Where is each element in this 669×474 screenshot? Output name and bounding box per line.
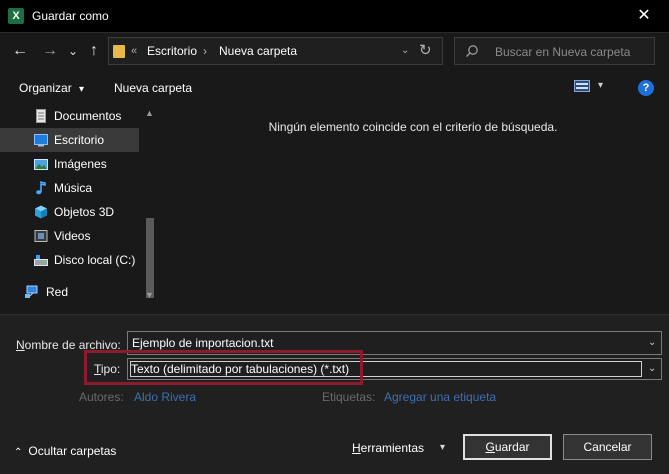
sidebar-item-objetos-3d[interactable]: Objetos 3D <box>0 200 139 224</box>
tags-label: Etiquetas: <box>322 390 376 404</box>
navigation-bar: ← → ⌄ ↑ « Escritorio › Nueva carpeta ⌄ ↻… <box>0 33 669 71</box>
breadcrumb-escritorio[interactable]: Escritorio <box>147 44 197 58</box>
close-button[interactable]: ✕ <box>628 4 660 28</box>
recent-locations-chevron-icon[interactable]: ⌄ <box>66 39 80 63</box>
add-tag-link[interactable]: Agregar una etiqueta <box>384 390 496 404</box>
command-bar: Organizar ▾ Nueva carpeta ▾ ? <box>0 71 669 104</box>
file-type-value: Texto (delimitado por tabulaciones) (*.t… <box>131 362 350 376</box>
desktop-icon <box>34 134 48 147</box>
organize-dropdown-icon: ▾ <box>79 84 85 95</box>
organize-menu[interactable]: Organizar ▾ <box>19 81 84 97</box>
navigation-pane: Documentos Escritorio Imágenes Música Ob… <box>0 104 157 314</box>
search-input[interactable]: Buscar en Nueva carpeta <box>495 45 630 59</box>
sidebar-item-disco-local[interactable]: Disco local (C:) <box>0 248 139 272</box>
sidebar-item-videos[interactable]: Videos <box>0 224 139 248</box>
scroll-down-icon[interactable]: ▼ <box>145 290 154 300</box>
file-type-select[interactable]: Texto (delimitado por tabulaciones) (*.t… <box>127 358 662 380</box>
sidebar-item-red[interactable]: Red <box>0 280 139 304</box>
search-box[interactable]: Buscar en Nueva carpeta <box>454 37 655 65</box>
empty-folder-message: Ningún elemento coincide con el criterio… <box>268 120 558 134</box>
view-options-icon[interactable] <box>574 80 590 92</box>
filename-label: Nombre de archivo: <box>16 338 121 352</box>
3d-objects-icon <box>35 205 47 219</box>
view-dropdown-icon[interactable]: ▾ <box>598 79 603 93</box>
network-icon <box>25 285 38 298</box>
music-icon <box>36 181 46 195</box>
refresh-icon[interactable]: ↻ <box>419 41 432 61</box>
documents-icon <box>36 109 46 123</box>
title-bar: X Guardar como ✕ <box>0 0 669 33</box>
cancel-button[interactable]: Cancelar <box>563 434 652 460</box>
tools-dropdown-icon[interactable]: ▾ <box>440 441 445 455</box>
forward-arrow-icon[interactable]: → <box>40 39 60 63</box>
authors-label: Autores: <box>79 390 124 404</box>
sidebar-item-musica[interactable]: Música <box>0 176 139 200</box>
file-type-dropdown-icon[interactable]: ⌄ <box>648 362 656 376</box>
hide-folders-button[interactable]: ⌃ Ocultar carpetas <box>14 444 116 460</box>
organize-label: Organizar <box>19 81 72 95</box>
pictures-icon <box>34 159 48 170</box>
type-label: Tipo: <box>94 362 121 376</box>
help-icon[interactable]: ? <box>638 80 654 96</box>
sidebar-item-documentos[interactable]: Documentos <box>0 104 139 128</box>
filename-value: Ejemplo de importacion.txt <box>132 336 274 350</box>
filename-dropdown-icon[interactable]: ⌄ <box>648 336 656 350</box>
hide-folders-label: Ocultar carpetas <box>28 444 117 458</box>
filename-field[interactable]: Ejemplo de importacion.txt ⌄ <box>127 331 662 355</box>
back-arrow-icon[interactable]: ← <box>10 39 30 63</box>
excel-app-icon: X <box>8 8 24 24</box>
tools-menu[interactable]: Herramientas <box>352 441 424 455</box>
authors-value[interactable]: Aldo Rivera <box>134 390 196 404</box>
save-options-panel: Nombre de archivo: Ejemplo de importacio… <box>0 314 669 474</box>
local-disk-icon <box>34 255 48 266</box>
up-arrow-icon[interactable]: ↑ <box>84 39 104 63</box>
chevron-up-icon: ⌃ <box>14 447 23 458</box>
address-dropdown-icon[interactable]: ⌄ <box>401 44 409 58</box>
scrollbar-thumb[interactable] <box>146 218 154 298</box>
breadcrumb-separator-icon[interactable]: › <box>203 44 207 58</box>
address-overflow-icon[interactable]: « <box>131 44 137 58</box>
file-list-area[interactable]: Ningún elemento coincide con el criterio… <box>157 104 669 314</box>
save-button[interactable]: Guardar <box>463 434 552 460</box>
sidebar-item-imagenes[interactable]: Imágenes <box>0 152 139 176</box>
breadcrumb-nueva-carpeta[interactable]: Nueva carpeta <box>219 44 297 58</box>
scroll-up-icon[interactable]: ▲ <box>145 108 154 118</box>
search-icon <box>466 45 478 57</box>
new-folder-button[interactable]: Nueva carpeta <box>114 81 192 95</box>
sidebar-item-escritorio[interactable]: Escritorio <box>0 128 139 152</box>
videos-icon <box>34 230 48 242</box>
address-bar[interactable]: « Escritorio › Nueva carpeta ⌄ ↻ <box>108 37 443 65</box>
window-title: Guardar como <box>32 9 109 23</box>
folder-icon <box>113 45 125 58</box>
